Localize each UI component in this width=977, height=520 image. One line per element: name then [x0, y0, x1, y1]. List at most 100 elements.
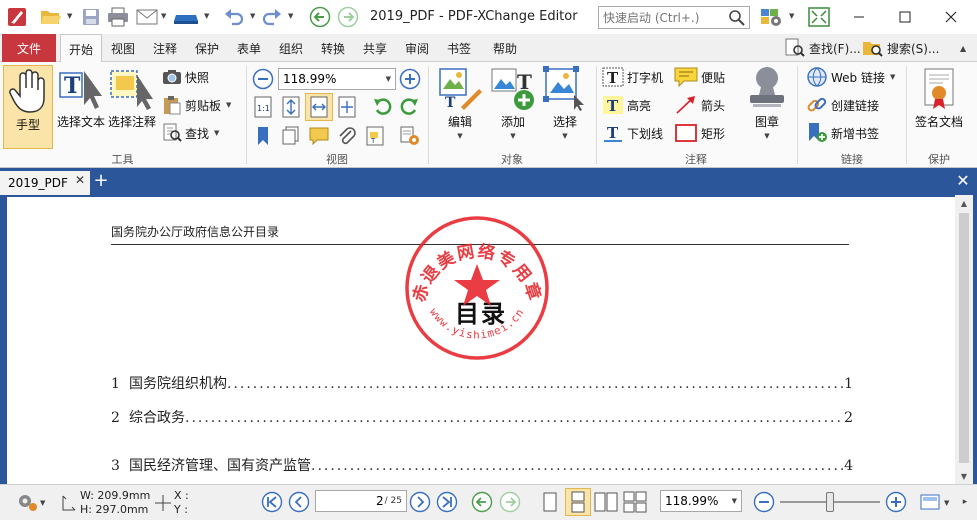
email-icon[interactable] [134, 6, 160, 28]
web-links-button[interactable]: Web 链接 ▼ [806, 66, 895, 88]
web-links-dropdown-icon[interactable]: ▼ [890, 73, 895, 81]
redo-dropdown-icon[interactable]: ▼ [288, 13, 295, 20]
back-view-icon[interactable] [470, 490, 494, 514]
layout-options-icon[interactable] [918, 490, 942, 514]
highlight-button[interactable]: T 高亮 [602, 94, 651, 116]
undo-icon[interactable] [222, 6, 246, 28]
email-dropdown-icon[interactable]: ▼ [161, 13, 168, 20]
search-icon[interactable] [728, 9, 746, 27]
scroll-up-icon[interactable]: ▲ [955, 195, 973, 211]
zoom-slider-thumb[interactable] [826, 492, 834, 512]
typewriter-button[interactable]: T 打字机 [602, 66, 663, 88]
ribbon-collapse-icon[interactable]: ▲ [960, 37, 966, 59]
toc-entry[interactable]: 2 综合政务 .................................… [111, 407, 853, 427]
quick-launch-input[interactable] [599, 7, 721, 28]
fit-visible-icon[interactable] [335, 95, 359, 119]
stamp-button[interactable]: 图章 ▼ [742, 65, 792, 140]
status-options-icon[interactable] [14, 491, 40, 513]
tab-forms[interactable]: 表单 [230, 34, 268, 62]
close-window-button[interactable] [928, 0, 974, 34]
tab-view[interactable]: 视图 [104, 34, 142, 62]
find-button[interactable]: 查找(F)... [784, 37, 861, 59]
scrollbar-thumb[interactable] [959, 213, 969, 463]
scroll-down-icon[interactable]: ▼ [955, 468, 973, 484]
undo-dropdown-icon[interactable]: ▼ [250, 13, 257, 20]
select-text-button[interactable]: T 选择文本 [56, 65, 106, 130]
fit-width-icon[interactable] [305, 93, 333, 121]
close-document-button[interactable]: ✕ [953, 171, 973, 191]
fit-page-icon[interactable] [279, 95, 303, 119]
zoom-dropdown-icon[interactable]: ▼ [386, 75, 391, 83]
rectangle-button[interactable]: 矩形 [674, 122, 725, 144]
settings-icon[interactable] [398, 124, 422, 148]
app-logo-icon[interactable] [5, 6, 29, 28]
zoom-combobox[interactable]: 118.99% ▼ [278, 68, 396, 90]
vertical-scrollbar[interactable]: ▲ ▼ [955, 195, 973, 484]
ui-options-icon[interactable] [758, 6, 786, 28]
clipboard-button[interactable]: 剪贴板 ▼ [162, 94, 231, 116]
select-object-button[interactable]: 选择 ▼ [540, 65, 590, 140]
tab-organize[interactable]: 组织 [272, 34, 310, 62]
file-tab[interactable]: 文件 [2, 34, 56, 62]
minimize-button[interactable] [836, 0, 882, 34]
status-zoom-out-icon[interactable] [752, 490, 776, 514]
close-tab-icon[interactable]: ✕ [75, 173, 85, 187]
last-page-icon[interactable] [435, 490, 459, 514]
first-page-icon[interactable] [260, 490, 284, 514]
tab-review[interactable]: 审阅 [398, 34, 436, 62]
facing-pages-icon[interactable] [593, 490, 619, 514]
add-object-button[interactable]: T 添加 ▼ [488, 65, 538, 140]
actual-size-icon[interactable]: 1:1 [251, 95, 275, 119]
select-annotation-button[interactable]: 选择注释 [106, 65, 158, 130]
status-options-dropdown-icon[interactable]: ▼ [40, 499, 45, 507]
tab-bookmarks[interactable]: 书签 [440, 34, 478, 62]
sign-document-button[interactable]: 签名文档 [910, 65, 968, 130]
document-tab[interactable]: 2019_PDF ✕ [0, 171, 90, 195]
status-more-icon[interactable]: ▸ [956, 490, 974, 514]
create-link-button[interactable]: 创建链接 [806, 94, 879, 116]
open-folder-icon[interactable] [38, 6, 64, 28]
forward-view-icon[interactable] [498, 490, 522, 514]
save-icon[interactable] [80, 6, 102, 28]
open-dropdown-icon[interactable]: ▼ [67, 13, 74, 20]
previous-page-icon[interactable] [287, 490, 311, 514]
search-button[interactable]: 搜索(S)... [862, 37, 939, 59]
continuous-facing-icon[interactable] [622, 490, 648, 514]
status-zoom-combobox[interactable]: 118.99% ▼ [660, 490, 742, 512]
bookmark-panel-icon[interactable] [251, 124, 275, 148]
underline-button[interactable]: T 下划线 [602, 122, 663, 144]
maximize-button[interactable] [882, 0, 928, 34]
snapshot-button[interactable]: 快照 [162, 66, 209, 88]
select-dropdown-icon[interactable]: ▼ [562, 132, 567, 140]
scan-dropdown-icon[interactable]: ▼ [204, 13, 211, 20]
tab-convert[interactable]: 转换 [314, 34, 352, 62]
arrow-button[interactable]: 箭头 [674, 94, 725, 116]
sticky-note-button[interactable]: 便贴 [674, 66, 725, 88]
layout-dropdown-icon[interactable]: ▼ [944, 499, 949, 507]
quick-launch-box[interactable] [598, 6, 750, 29]
page-number-input[interactable]: 2 / 25 [315, 490, 407, 512]
continuous-page-icon[interactable] [565, 488, 591, 516]
next-page-icon[interactable] [408, 490, 432, 514]
add-bookmark-button[interactable]: 新增书签 [806, 122, 879, 144]
zoom-in-icon[interactable] [398, 67, 422, 91]
ui-options-dropdown-icon[interactable]: ▼ [789, 13, 796, 20]
tab-home[interactable]: 开始 [60, 34, 102, 63]
pdf-page[interactable]: 国务院办公厅政府信息公开目录 目录 赤退美网络专用章 www.yishimei.… [7, 197, 955, 484]
pages-panel-icon[interactable] [279, 124, 303, 148]
edit-dropdown-icon[interactable]: ▼ [457, 132, 462, 140]
add-dropdown-icon[interactable]: ▼ [510, 132, 515, 140]
single-page-icon[interactable] [538, 490, 562, 514]
rotate-left-icon[interactable] [370, 95, 394, 119]
comments-panel-icon[interactable] [307, 124, 331, 148]
tab-comment[interactable]: 注释 [146, 34, 184, 62]
rotate-right-icon[interactable] [398, 95, 422, 119]
tab-protect[interactable]: 保护 [188, 34, 226, 62]
status-zoom-in-icon[interactable] [884, 490, 908, 514]
document-area[interactable]: 国务院办公厅政府信息公开目录 目录 赤退美网络专用章 www.yishimei.… [0, 195, 977, 484]
fullscreen-icon[interactable] [806, 6, 832, 28]
status-zoom-dropdown-icon[interactable]: ▼ [732, 497, 737, 505]
tab-help[interactable]: 帮助 [486, 34, 524, 62]
scan-icon[interactable] [172, 6, 200, 28]
hand-tool-button[interactable]: 手型 [3, 65, 53, 149]
